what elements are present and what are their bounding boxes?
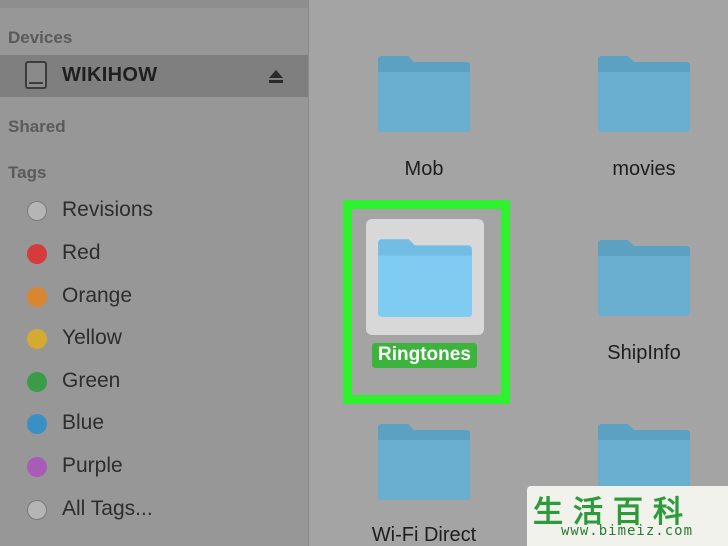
sidebar-tag-green[interactable]: Green: [0, 363, 308, 399]
highlight-frame: Ringtones: [343, 200, 510, 404]
all-tags-icon: [27, 500, 47, 520]
tag-label: All Tags...: [62, 497, 153, 520]
folder-item-ringtones[interactable]: [366, 219, 484, 335]
tag-label: Red: [62, 241, 101, 264]
tag-color-dot: [27, 329, 47, 349]
watermark-url: www.bimeiz.com: [561, 523, 694, 539]
tag-color-dot: [27, 372, 47, 392]
tag-label: Orange: [62, 284, 133, 307]
tag-color-dot: [27, 457, 47, 477]
finder-window: Devices WIKIHOW Shared Tags Revisions Re…: [0, 0, 728, 546]
folder-item-mob[interactable]: Mob: [354, 52, 494, 202]
external-drive-icon: [25, 61, 47, 89]
sidebar-tag-blue[interactable]: Blue: [0, 405, 308, 441]
sidebar-top-edge: [0, 0, 308, 8]
section-header-tags: Tags: [8, 163, 47, 182]
sidebar-tag-red[interactable]: Red: [0, 235, 308, 271]
folder-label: Wi-Fi Direct: [371, 524, 477, 546]
device-label: WIKIHOW: [62, 64, 158, 86]
sidebar-tag-purple[interactable]: Purple: [0, 448, 308, 484]
folder-icon: [598, 240, 690, 316]
tag-color-dot: [27, 414, 47, 434]
tag-label: Revisions: [62, 198, 154, 221]
folder-item-shipinfo[interactable]: ShipInfo: [574, 236, 714, 386]
sidebar-all-tags[interactable]: All Tags...: [0, 491, 308, 527]
tag-color-dot: [27, 244, 47, 264]
tag-label: Purple: [62, 454, 123, 477]
selected-folder-label[interactable]: Ringtones: [372, 343, 477, 368]
tag-label: Yellow: [62, 326, 122, 349]
tag-label: Blue: [62, 411, 105, 434]
tag-color-dot: [27, 287, 47, 307]
tag-color-dot: [27, 201, 47, 221]
sidebar-item-wikihow-drive[interactable]: WIKIHOW: [0, 55, 308, 97]
tag-label: Green: [62, 369, 121, 392]
folder-icon: [378, 424, 470, 500]
folder-icon: [378, 56, 470, 132]
eject-icon[interactable]: [268, 68, 284, 84]
folder-item-wifi-direct[interactable]: Wi-Fi Direct: [354, 420, 494, 546]
folder-label: movies: [612, 158, 676, 180]
folder-icon: [598, 56, 690, 132]
sidebar-tag-revisions[interactable]: Revisions: [0, 192, 308, 228]
folder-label: Mob: [404, 158, 444, 180]
folder-label: ShipInfo: [607, 342, 681, 364]
site-watermark: 生活百科 www.bimeiz.com: [527, 486, 728, 546]
sidebar-tag-yellow[interactable]: Yellow: [0, 320, 308, 356]
sidebar: Devices WIKIHOW Shared Tags Revisions Re…: [0, 0, 309, 546]
section-header-shared: Shared: [8, 117, 66, 136]
section-header-devices: Devices: [8, 28, 73, 47]
folder-item-movies[interactable]: movies: [574, 52, 714, 202]
sidebar-tag-orange[interactable]: Orange: [0, 278, 308, 314]
folder-icon: [378, 239, 472, 317]
